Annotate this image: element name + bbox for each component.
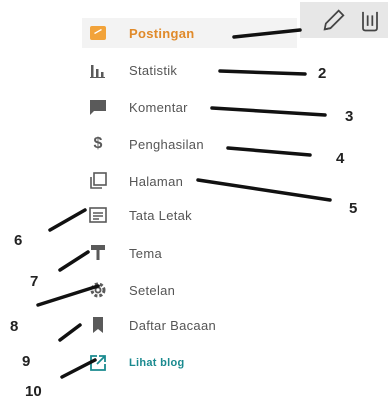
- annotation-number-9: 9: [22, 353, 31, 370]
- theme-icon: [87, 242, 109, 264]
- layout-icon: [87, 204, 109, 226]
- pencil-icon[interactable]: [320, 6, 348, 34]
- menu-label-tata-letak: Tata Letak: [129, 207, 192, 223]
- menu-label-lihat-blog: Lihat blog: [129, 357, 185, 369]
- posts-icon: [87, 22, 109, 44]
- bookmark-icon: [87, 314, 109, 336]
- annotation-number-8: 8: [10, 318, 19, 335]
- comment-icon: [87, 96, 109, 118]
- menu-item-penghasilan[interactable]: $ Penghasilan: [82, 129, 297, 159]
- annotation-number-3: 3: [345, 108, 354, 125]
- menu-label-setelan: Setelan: [129, 282, 176, 298]
- top-toolbar: [300, 2, 388, 38]
- stats-icon: [87, 59, 109, 81]
- external-link-icon: [87, 352, 109, 374]
- menu-label-penghasilan: Penghasilan: [129, 136, 204, 152]
- annotation-number-10: 10: [25, 383, 42, 400]
- menu-label-statistik: Statistik: [129, 62, 178, 78]
- annotation-number-4: 4: [336, 150, 345, 167]
- menu-label-daftar-bacaan: Daftar Bacaan: [129, 317, 217, 333]
- menu-item-tema[interactable]: Tema: [82, 238, 297, 268]
- annotation-number-7: 7: [30, 273, 39, 290]
- menu-item-setelan[interactable]: Setelan: [82, 275, 297, 305]
- menu-label-halaman: Halaman: [129, 173, 184, 189]
- menu-label-komentar: Komentar: [129, 99, 188, 115]
- menu-item-statistik[interactable]: Statistik: [82, 55, 297, 85]
- trash-icon[interactable]: [356, 6, 384, 34]
- dollar-icon: $: [93, 135, 103, 152]
- menu-item-lihat-blog[interactable]: Lihat blog: [82, 348, 297, 378]
- menu-item-daftar-bacaan[interactable]: Daftar Bacaan: [82, 310, 297, 340]
- menu-item-komentar[interactable]: Komentar: [82, 92, 297, 122]
- annotation-number-6: 6: [14, 232, 23, 249]
- gear-icon: [87, 279, 109, 301]
- menu-item-halaman[interactable]: Halaman: [82, 166, 297, 196]
- menu-label-tema: Tema: [129, 245, 162, 261]
- pages-icon: [87, 170, 109, 192]
- annotation-number-2: 2: [318, 65, 327, 82]
- menu-item-tata-letak[interactable]: Tata Letak: [82, 200, 297, 230]
- menu-item-postingan[interactable]: Postingan: [82, 18, 297, 48]
- annotation-number-5: 5: [349, 200, 358, 217]
- menu-label-postingan: Postingan: [129, 25, 195, 41]
